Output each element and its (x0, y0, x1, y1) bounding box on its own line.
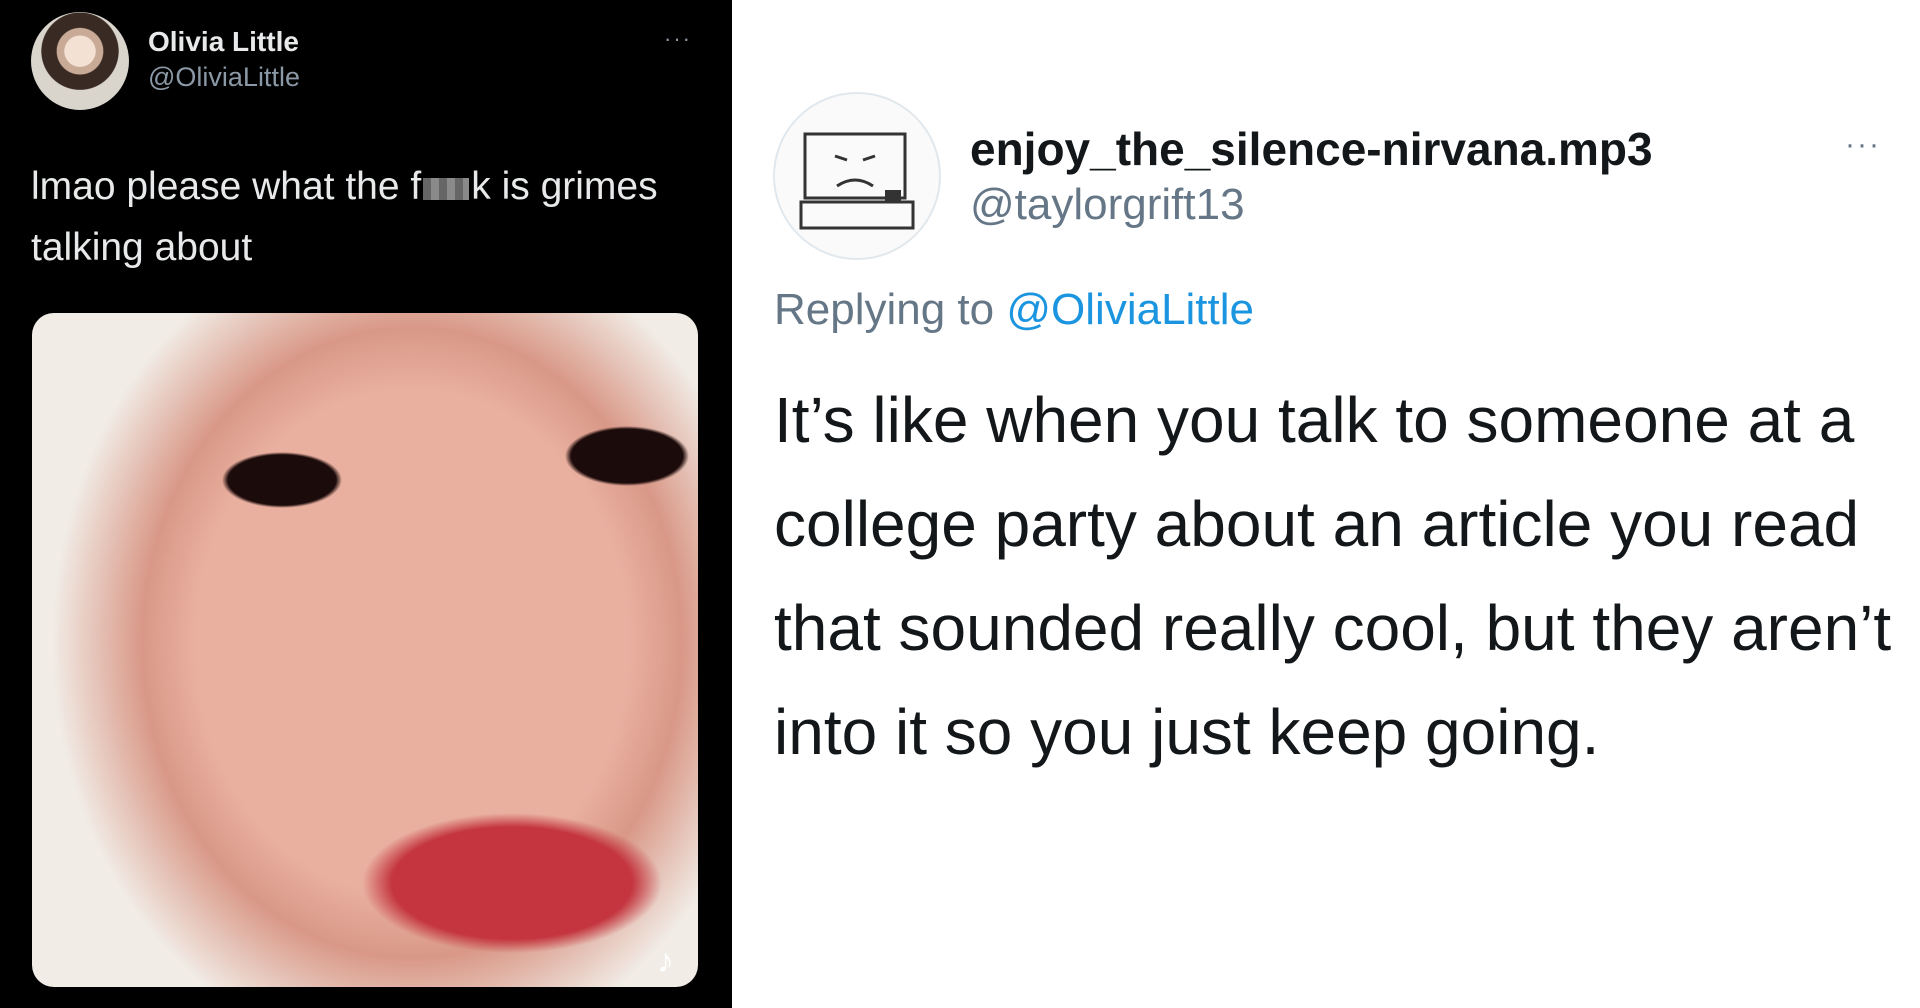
tweet-text-part1: lmao please what the f (31, 165, 422, 208)
tweet-media-image[interactable]: ♪ (32, 313, 698, 987)
avatar[interactable] (773, 92, 941, 260)
author-handle[interactable]: @taylorgrift13 (970, 180, 1245, 230)
replying-prefix: Replying to (774, 285, 995, 334)
censor-block (423, 178, 470, 200)
avatar[interactable] (31, 12, 129, 110)
author-name[interactable]: enjoy_the_silence-nirvana.mp3 (970, 122, 1653, 176)
author-name[interactable]: Olivia Little (148, 26, 299, 58)
tiktok-icon: ♪ (657, 942, 674, 980)
reply-text: It’s like when you talk to someone at a … (774, 384, 1892, 768)
tweet-text: lmao please what the fk is grimes talkin… (31, 156, 691, 278)
more-options-icon[interactable]: ··· (1845, 128, 1881, 162)
author-handle[interactable]: @OliviaLittle (148, 62, 300, 93)
replying-mention-link[interactable]: @OliviaLittle (1006, 285, 1254, 334)
left-tweet-panel: Olivia Little @OliviaLittle ··· lmao ple… (0, 0, 732, 1008)
replying-to: Replying to @OliviaLittle (774, 285, 1254, 335)
sketch-computer-icon (799, 132, 915, 230)
more-options-icon[interactable]: ··· (664, 26, 692, 52)
